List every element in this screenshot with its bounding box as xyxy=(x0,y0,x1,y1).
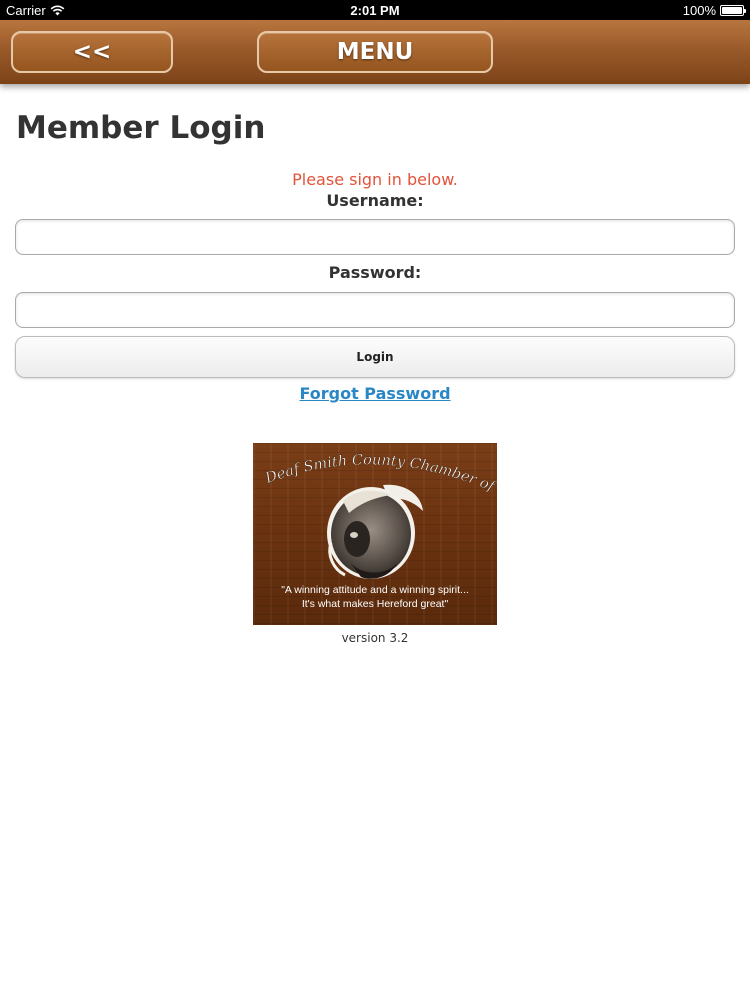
app-header: << MENU xyxy=(0,20,750,84)
battery-percent: 100% xyxy=(682,3,716,18)
login-button[interactable]: Login xyxy=(15,336,735,378)
back-button[interactable]: << xyxy=(11,31,173,73)
menu-button[interactable]: MENU xyxy=(257,31,493,73)
battery-group: 100% xyxy=(682,3,746,18)
version-label: version 3.2 xyxy=(341,631,409,645)
carrier-label: Carrier xyxy=(6,3,46,18)
username-input[interactable] xyxy=(15,219,735,255)
bison-head-icon xyxy=(327,484,423,579)
chamber-logo: Deaf Smith County Chamber of Commerce "A… xyxy=(253,443,497,625)
battery-fill xyxy=(722,7,742,14)
logo-artwork: Deaf Smith County Chamber of Commerce "A… xyxy=(253,443,497,610)
forgot-password-link[interactable]: Forgot Password xyxy=(0,384,750,403)
carrier-group: Carrier xyxy=(6,3,65,18)
status-bar: Carrier 2:01 PM 100% xyxy=(0,0,750,20)
sign-in-prompt: Please sign in below. xyxy=(292,170,458,189)
wifi-icon xyxy=(50,5,65,16)
status-time: 2:01 PM xyxy=(350,3,400,18)
password-input[interactable] xyxy=(15,292,735,328)
username-label: Username: xyxy=(326,191,424,210)
logo-tagline-1: "A winning attitude and a winning spirit… xyxy=(281,584,469,596)
battery-icon xyxy=(720,5,746,16)
logo-tagline-2: It's what makes Hereford great" xyxy=(302,598,449,610)
password-label: Password: xyxy=(328,263,422,282)
page-title: Member Login xyxy=(16,110,266,146)
